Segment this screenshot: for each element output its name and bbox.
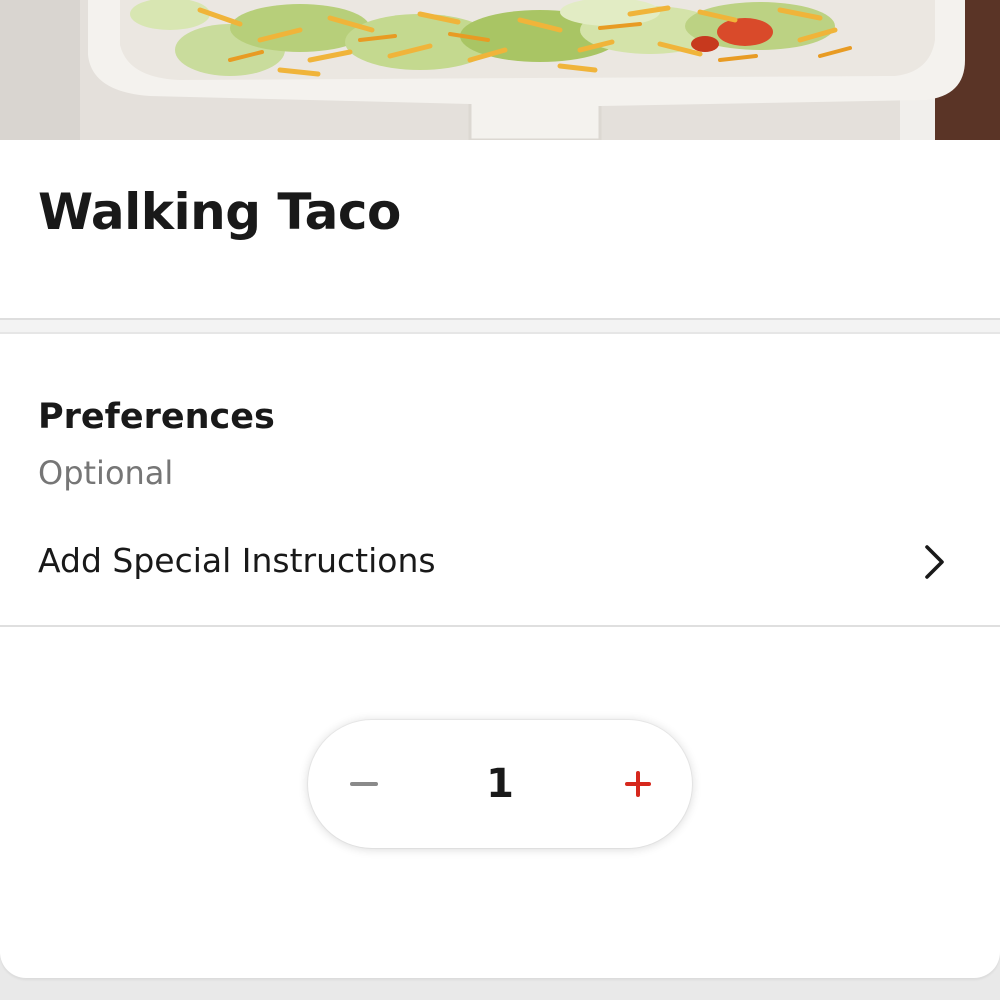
row-divider [0,625,1000,627]
add-special-instructions-row[interactable]: Add Special Instructions [0,520,1000,604]
add-special-instructions-label: Add Special Instructions [38,541,436,580]
item-detail-screen: Walking Taco Preferences Optional Add Sp… [0,0,1000,1000]
plus-icon [625,771,651,797]
item-photo [0,0,1000,140]
item-title: Walking Taco [38,183,401,241]
food-photo-illustration [0,0,1000,140]
quantity-value: 1 [486,761,514,807]
quantity-stepper: 1 [308,720,692,848]
preferences-title: Preferences [38,397,275,437]
minus-icon [350,782,378,786]
item-detail-card: Walking Taco Preferences Optional Add Sp… [0,140,1000,978]
section-divider [0,318,1000,334]
preferences-optional-label: Optional [38,454,174,492]
decrease-quantity-button[interactable] [324,744,404,824]
increase-quantity-button[interactable] [598,744,678,824]
chevron-right-icon [925,545,944,579]
